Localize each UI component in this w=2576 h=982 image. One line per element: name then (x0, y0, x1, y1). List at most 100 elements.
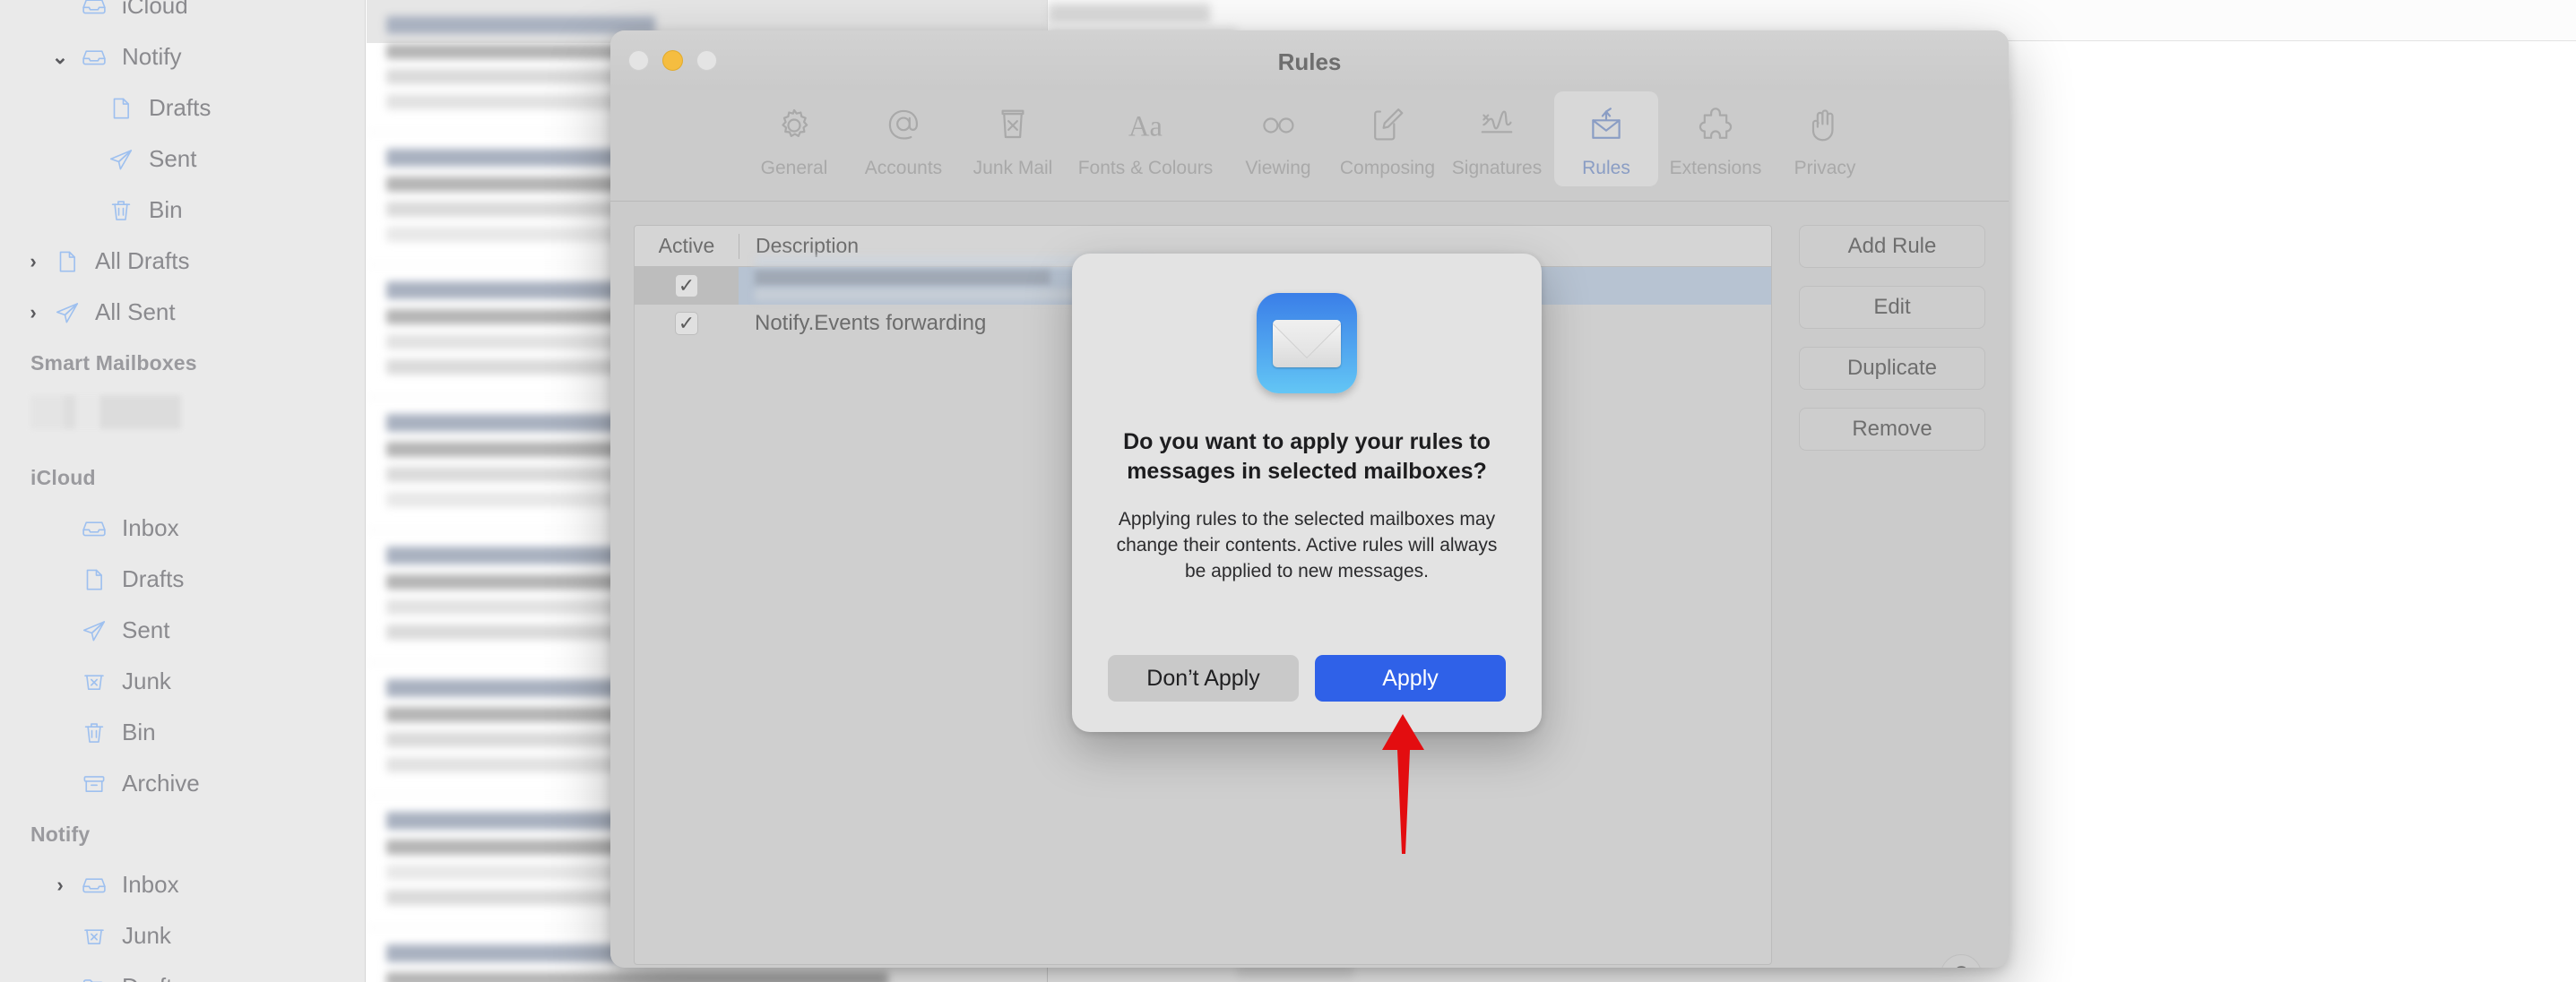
sidebar-group-icloud: iCloud (30, 465, 96, 489)
sidebar-item-inbox[interactable]: Inbox (0, 503, 366, 554)
sidebar-item-sent[interactable]: Sent (0, 134, 366, 185)
sidebar-group-notify: Notify (30, 822, 91, 846)
toolbar-item-privacy[interactable]: Privacy (1773, 91, 1877, 186)
sidebar-item-all-drafts[interactable]: › All Drafts (0, 236, 366, 287)
disclosure-triangle-icon[interactable]: ⌄ (47, 47, 73, 67)
toolbar-item-general[interactable]: General (742, 91, 846, 186)
toolbar-item-accounts[interactable]: Accounts (851, 91, 955, 186)
window-titlebar[interactable]: Rules (610, 30, 2009, 90)
sidebar-item-label: Junk (122, 668, 171, 694)
drafts-icon (73, 566, 115, 593)
sidebar-item-notify[interactable]: ⌄ Notify (0, 31, 366, 82)
window-title: Rules (1277, 48, 1342, 75)
disclosure-triangle-icon[interactable]: › (47, 977, 73, 982)
sent-icon (73, 617, 115, 644)
sidebar-item-label: iCloud (122, 0, 188, 19)
inbox-icon (73, 44, 115, 71)
toolbar-item-rules[interactable]: Rules (1554, 91, 1658, 186)
reading-pane-blur (1049, 4, 1210, 23)
sidebar-item-inbox[interactable]: › Inbox (0, 859, 366, 910)
toolbar-item-viewing[interactable]: Viewing (1226, 91, 1330, 186)
rule-active-checkbox[interactable]: ✓ (675, 274, 698, 297)
rules-icon (1583, 102, 1629, 149)
sidebar-item-label: All Drafts (95, 247, 190, 274)
column-header-description[interactable]: Description (739, 234, 859, 258)
sidebar-item-label: Sent (149, 145, 197, 172)
dialog-actions: Don’t Apply Apply (1108, 655, 1506, 702)
toolbar-item-fonts-colours[interactable]: Aa Fonts & Colours (1070, 91, 1221, 186)
apply-button[interactable]: Apply (1315, 655, 1506, 702)
sidebar-item-drafts[interactable]: › Drafts (0, 961, 366, 982)
dialog-message: Applying rules to the selected mailboxes… (1116, 509, 1498, 581)
remove-button[interactable]: Remove (1799, 408, 1985, 451)
red-arrow-icon (1378, 712, 1428, 860)
help-button[interactable]: ? (1941, 954, 1982, 968)
sent-icon (100, 146, 142, 173)
junk-bin-icon (990, 102, 1036, 149)
inbox-icon (73, 872, 115, 899)
toolbar-item-label: Viewing (1245, 158, 1311, 178)
rules-action-buttons: Add Rule Edit Duplicate Remove (1799, 225, 1985, 451)
toolbar-item-label: Rules (1582, 158, 1630, 178)
sidebar-item-junk[interactable]: Junk (0, 656, 366, 707)
folder-icon (73, 974, 115, 982)
sidebar-item-bin[interactable]: Bin (0, 707, 366, 758)
sidebar-item-redacted[interactable] (30, 395, 181, 429)
sidebar-item-junk[interactable]: Junk (0, 910, 366, 961)
hand-icon (1802, 102, 1848, 149)
disclosure-triangle-icon[interactable]: › (20, 302, 47, 323)
mail-app-icon (1257, 293, 1357, 393)
signature-icon (1474, 102, 1520, 149)
sidebar-item-icloud[interactable]: iCloud (0, 0, 366, 31)
inbox-icon (73, 0, 115, 20)
sidebar-item-label: Notify (122, 43, 182, 70)
sidebar-item-label: Drafts (122, 565, 185, 592)
puzzle-icon (1692, 102, 1739, 149)
sidebar-item-sent[interactable]: Sent (0, 605, 366, 656)
disclosure-triangle-icon[interactable]: › (47, 874, 73, 895)
sidebar-item-drafts[interactable]: Drafts (0, 554, 366, 605)
archive-icon (73, 771, 115, 797)
duplicate-button[interactable]: Duplicate (1799, 347, 1985, 390)
drafts-icon (100, 95, 142, 122)
junk-icon (73, 668, 115, 695)
gear-icon (771, 102, 817, 149)
mailbox-sidebar[interactable]: iCloud ⌄ Notify Drafts Sent Bin › All Drafts › Al… (0, 0, 366, 982)
sidebar-item-bin[interactable]: Bin (0, 185, 366, 236)
sent-icon (47, 299, 88, 326)
edit-button[interactable]: Edit (1799, 286, 1985, 329)
sidebar-item-drafts[interactable]: Drafts (0, 82, 366, 134)
rule-active-cell[interactable]: ✓ (635, 305, 739, 342)
rule-active-cell[interactable]: ✓ (635, 267, 739, 305)
dialog-title: Do you want to apply your rules to messa… (1123, 429, 1491, 484)
dont-apply-button[interactable]: Don’t Apply (1108, 655, 1299, 702)
preferences-toolbar[interactable]: General Accounts Junk Mail Aa Fonts & Colour… (610, 90, 2009, 202)
toolbar-item-composing[interactable]: Composing (1336, 91, 1439, 186)
add-rule-button[interactable]: Add Rule (1799, 225, 1985, 268)
sidebar-item-archive[interactable]: Archive (0, 758, 366, 809)
drafts-icon (47, 248, 88, 275)
sidebar-item-label: Drafts (149, 94, 212, 121)
toolbar-item-label: Composing (1339, 158, 1436, 178)
aa-icon: Aa (1122, 102, 1169, 149)
rule-active-checkbox[interactable]: ✓ (675, 312, 698, 335)
rule-description[interactable]: Notify.Events forwarding (739, 311, 986, 336)
sidebar-item-all-sent[interactable]: › All Sent (0, 287, 366, 338)
sidebar-item-label: Junk (122, 922, 171, 949)
toolbar-item-label: Fonts & Colours (1077, 158, 1214, 178)
apply-rules-dialog[interactable]: Do you want to apply your rules to messa… (1072, 254, 1542, 732)
bin-icon (73, 719, 115, 746)
toolbar-item-label: Junk Mail (972, 158, 1053, 178)
toolbar-item-junk-mail[interactable]: Junk Mail (961, 91, 1065, 186)
toolbar-item-extensions[interactable]: Extensions (1664, 91, 1768, 186)
disclosure-triangle-icon[interactable]: › (20, 251, 47, 271)
toolbar-item-signatures[interactable]: Signatures (1445, 91, 1549, 186)
toolbar-item-label: General (760, 158, 828, 178)
svg-text:Aa: Aa (1128, 111, 1163, 143)
at-sign-icon (880, 102, 927, 149)
sidebar-item-label: Bin (149, 196, 183, 223)
toolbar-item-label: Accounts (864, 158, 943, 178)
sidebar-item-label: Bin (122, 719, 156, 745)
junk-icon (73, 923, 115, 950)
column-header-active[interactable]: Active (635, 234, 739, 258)
